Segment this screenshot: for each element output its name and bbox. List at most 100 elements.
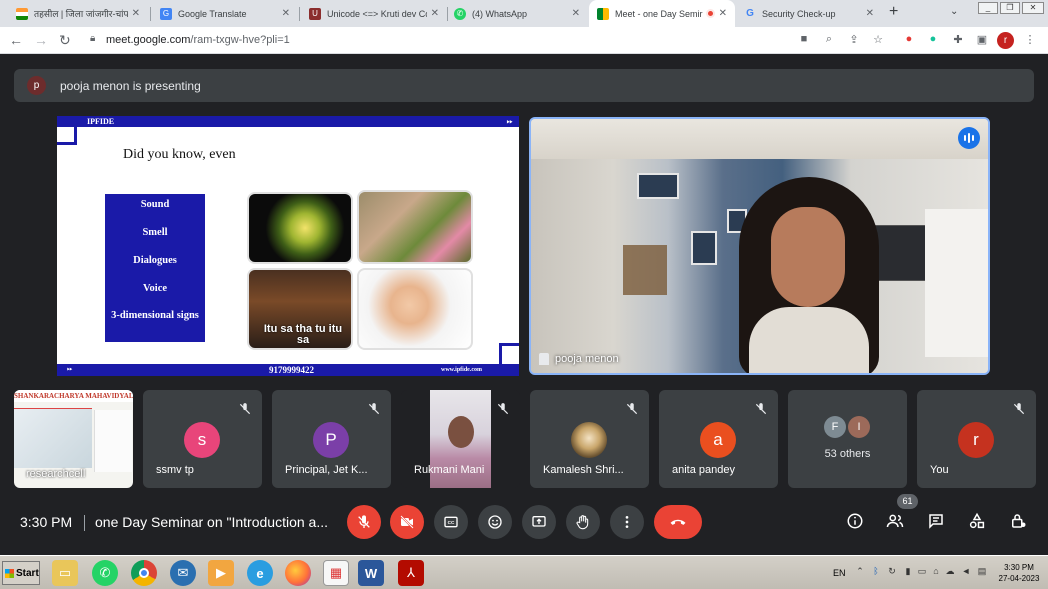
activities-button[interactable] [966, 510, 988, 532]
tab-security-checkup[interactable]: G Security Check-up ✕ [736, 0, 882, 27]
mic-off-icon [239, 403, 251, 415]
raise-hand-button[interactable] [566, 505, 600, 539]
participant-tile[interactable]: P Principal, Jet K... [272, 390, 391, 488]
back-icon[interactable]: ← [9, 32, 23, 48]
slide-corner-decoration [499, 343, 519, 364]
battery-icon[interactable]: ▭ [916, 566, 928, 578]
bluetooth-icon[interactable]: ᛒ [870, 566, 882, 578]
leave-call-button[interactable] [654, 505, 702, 539]
lock-person-icon [1012, 514, 1026, 528]
more-options-button[interactable] [610, 505, 644, 539]
file-explorer-icon[interactable]: ▭ [52, 560, 78, 586]
close-icon[interactable]: ✕ [431, 8, 439, 19]
participant-tile-others[interactable]: F I 53 others [788, 390, 907, 488]
tab-label: Security Check-up [762, 8, 836, 19]
chat-button[interactable] [925, 510, 947, 532]
slide-item: Voice [142, 283, 168, 294]
profile-avatar[interactable]: r [997, 32, 1014, 49]
participant-tile[interactable]: s ssmv tp [143, 390, 262, 488]
camera-toggle-button[interactable] [390, 505, 424, 539]
chevron-down-icon[interactable]: ⌄ [950, 6, 958, 17]
taskbar-clock[interactable]: 3:30 PM 27-04-2023 [994, 562, 1044, 584]
people-button[interactable] [884, 510, 906, 532]
whatsapp-desktop-icon[interactable]: ✆ [92, 560, 118, 586]
media-player-icon[interactable]: ▶ [208, 560, 234, 586]
meeting-details-button[interactable] [844, 510, 866, 532]
participant-tile-screen[interactable]: SHANKARACHARYA MAHAVIDYAL researchcell [14, 390, 133, 488]
app-grid-icon[interactable]: ▦ [323, 560, 349, 586]
network-signal-icon[interactable]: ▮ [902, 566, 914, 578]
tab-bar: तहसील | जिला जांजगीर-चांपा ✕ G Google Tr… [0, 0, 1048, 27]
fast-forward-icon: ⏩︎ [506, 117, 513, 126]
present-screen-button[interactable] [522, 505, 556, 539]
participant-tile[interactable]: a anita pandey [659, 390, 778, 488]
minimize-button[interactable]: _ [978, 2, 998, 14]
thunderbird-icon[interactable]: ✉ [170, 560, 196, 586]
participant-name: ssmv tp [156, 464, 194, 476]
tab-meet[interactable]: Meet - one Day Semir ✕ [589, 0, 735, 27]
tab-label: (4) WhatsApp [472, 8, 528, 19]
close-icon[interactable]: ✕ [866, 8, 874, 19]
action-center-icon[interactable]: ▤ [976, 566, 988, 578]
tab-tehsil[interactable]: तहसील | जिला जांजगीर-चांपा ✕ [8, 0, 148, 27]
bookmark-star-icon[interactable]: ☆ [870, 33, 886, 49]
participant-name: anita pandey [672, 464, 735, 476]
language-indicator[interactable]: EN [833, 568, 846, 578]
start-button[interactable]: Start [2, 561, 40, 585]
new-tab-button[interactable]: + [889, 3, 898, 21]
network-icon[interactable]: ⌂ [930, 566, 942, 578]
url-field[interactable]: 🔒︎ meet.google.com/ram-txgw-hve?pli=1 [82, 30, 782, 51]
tab-unicode[interactable]: U Unicode <=> Kruti dev Co ✕ [301, 0, 447, 27]
slide-heading: Did you know, even [123, 147, 236, 162]
participant-tile[interactable]: Kamalesh Shri... [530, 390, 649, 488]
cloud-icon[interactable]: ☁ [944, 566, 956, 578]
extension-grammarly-icon[interactable]: ● [925, 33, 941, 49]
camera-icon[interactable]: ■ [796, 33, 812, 49]
maximize-button[interactable]: ❐ [1000, 2, 1020, 14]
update-icon[interactable]: ↻ [886, 566, 898, 578]
close-icon[interactable]: ✕ [132, 8, 140, 19]
tab-label: Meet - one Day Semir [615, 8, 703, 19]
close-icon[interactable]: ✕ [572, 8, 580, 19]
url-host: meet.google.com [106, 34, 191, 46]
chrome-icon[interactable] [131, 560, 157, 586]
separator [84, 515, 85, 531]
url-text: meet.google.com/ram-txgw-hve?pli=1 [106, 34, 290, 46]
participant-name: Principal, Jet K... [285, 464, 368, 476]
extension-opera-icon[interactable]: ● [901, 33, 917, 49]
participant-tile-self[interactable]: r You [917, 390, 1036, 488]
close-icon[interactable]: ✕ [719, 8, 727, 19]
tab-divider [150, 7, 151, 21]
menu-dots-icon[interactable]: ⋮ [1022, 33, 1038, 49]
info-icon [847, 513, 863, 529]
slide-item: Dialogues [133, 255, 177, 266]
meet-icon [597, 7, 609, 20]
volume-icon[interactable]: ◄ [960, 566, 972, 578]
pdf-reader-icon[interactable]: ⅄ [398, 560, 424, 586]
close-icon[interactable]: ✕ [282, 8, 290, 19]
tab-whatsapp[interactable]: ✆ (4) WhatsApp ✕ [446, 0, 588, 27]
tray-expand-icon[interactable]: ⌃ [854, 566, 866, 578]
mic-toggle-button[interactable] [347, 505, 381, 539]
word-icon[interactable]: W [358, 560, 384, 586]
presenter-video-tile[interactable]: pooja menon [529, 117, 990, 375]
emoji-reaction-button[interactable] [478, 505, 512, 539]
zoom-icon[interactable]: ⌕ [821, 33, 837, 49]
tab-label: तहसील | जिला जांजगीर-चांपा [34, 9, 128, 19]
host-controls-button[interactable] [1007, 510, 1029, 532]
reload-icon[interactable]: ↻ [59, 32, 71, 49]
google-translate-icon: G [160, 7, 172, 20]
participant-name: Rukmani Mani [414, 464, 485, 476]
sidebar-icon[interactable]: ▣ [974, 33, 990, 49]
internet-explorer-icon[interactable]: e [247, 560, 273, 586]
lock-icon[interactable]: 🔒︎ [90, 33, 95, 44]
tab-google-translate[interactable]: G Google Translate ✕ [152, 0, 298, 27]
forward-icon[interactable]: → [34, 32, 48, 48]
extensions-puzzle-icon[interactable]: ✚ [950, 33, 966, 49]
share-icon[interactable]: ⇪ [846, 33, 862, 49]
captions-button[interactable]: CC [434, 505, 468, 539]
presenter-avatar: p [27, 76, 46, 95]
close-window-button[interactable]: ✕ [1022, 2, 1044, 14]
participant-tile-video[interactable]: Rukmani Mani [401, 390, 520, 488]
firefox-icon[interactable] [285, 560, 311, 586]
